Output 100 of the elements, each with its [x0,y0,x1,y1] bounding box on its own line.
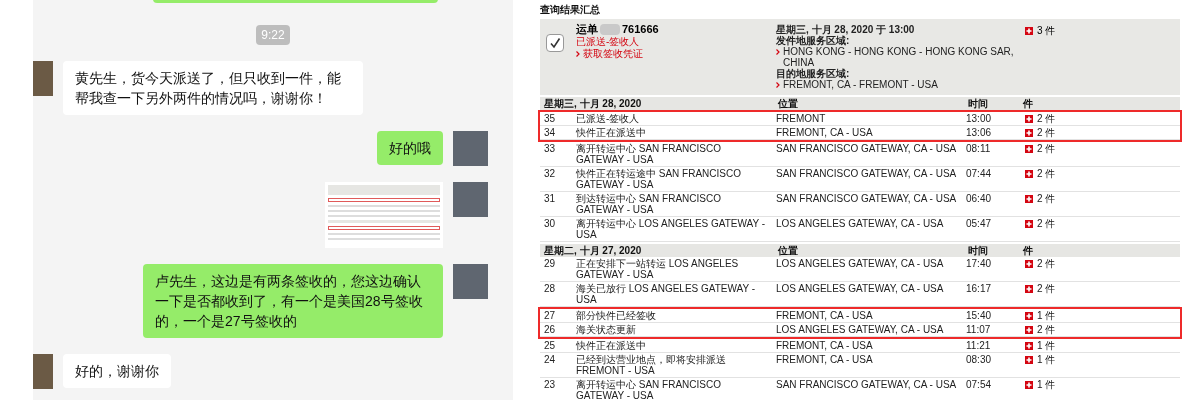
avatar-photo [453,264,488,299]
waybill-label: 运单 [576,24,598,35]
origin-label: 发件地服务区域: [776,35,851,46]
piece-count: 1 件 [1037,310,1056,321]
table-cell-text: SAN FRANCISCO GATEWAY, CA - USA [776,168,958,181]
table-cell-text: 29 [543,258,557,271]
piece-count: 2 件 [1037,218,1056,229]
table-cell-text: FREMONT [776,113,827,124]
table-cell-text: 16:17 [966,283,993,296]
table-cell-text: 07:54 [966,379,993,392]
table-cell-text: 25 [543,340,557,351]
table-cell-text: 17:40 [966,258,993,271]
table-cell-text: 28 [543,283,557,296]
cross-icon [1025,144,1033,153]
table-cell-text: LOS ANGELES GATEWAY, CA - USA [776,258,945,271]
table-cell-text: 正在安排下一站转运 LOS ANGELES GATEWAY - USA [576,258,740,280]
table-cell-text: FREMONT, CA - USA [776,127,874,138]
avatar-photo [33,61,53,96]
table-cell-text: 海关状态更新 [576,324,637,335]
table-cell-text: 部分快件已经签收 [576,310,657,321]
table-cell-text: 到达转运中心 SAN FRANCISCO GATEWAY - USA [576,193,722,215]
table-cell-text: 离开转运中心 SAN FRANCISCO GATEWAY - USA [576,143,722,165]
table-cell-text: 离开转运中心 SAN FRANCISCO GATEWAY - USA [576,379,722,400]
table-cell-text: 快件正在派送中 [576,340,647,351]
cross-icon [1025,194,1033,203]
piece-count: 2 件 [1037,113,1056,124]
table-cell-text: SAN FRANCISCO GATEWAY, CA - USA [776,143,958,156]
message-bubble: 好的哦 [377,131,443,165]
table-cell-text: 11:07 [966,324,992,335]
proof-link[interactable]: 获取签收凭证 [583,48,643,59]
cross-icon [1025,284,1033,293]
piece-count: 2 件 [1037,143,1056,154]
table-cell-text: 快件正在派送中 [576,127,647,138]
table-cell-text: 13:06 [966,127,993,138]
table-cell-text: 已经到达营业地点，即将安排派送 FREMONT - USA [576,354,727,376]
piece-count: 2 件 [1037,283,1056,294]
piece-count: 2 件 [1037,127,1056,138]
table-cell-text: 05:47 [966,218,993,231]
table-cell-text: 08:30 [966,354,993,367]
destination-label: 目的地服务区域: [776,68,851,79]
cross-icon [1025,219,1033,228]
cross-icon [1025,26,1033,35]
chevron-icon [776,49,780,55]
table-cell-text: LOS ANGELES GATEWAY, CA - USA [776,218,945,231]
destination-area: FREMONT, CA - FREMONT - USA [783,79,938,90]
table-cell-text: FREMONT, CA - USA [776,340,874,351]
table-cell-text: 离开转运中心 LOS ANGELES GATEWAY - USA [576,218,767,240]
table-cell-text: 快件正在转运途中 SAN FRANCISCO GATEWAY - USA [576,168,742,190]
piece-count: 2 件 [1037,258,1056,269]
column-header: 件 [1022,97,1034,110]
table-cell-text: 已派送-签收人 [576,113,641,124]
column-header: 位置 [777,97,799,110]
column-header: 时间 [967,244,989,257]
piece-count: 2 件 [1037,324,1056,335]
piece-count: 1 件 [1037,340,1056,351]
cross-icon [1025,169,1033,178]
table-cell-text: 32 [543,168,557,181]
table-cell-text: 13:00 [966,113,993,124]
date-header: 星期三, 十月 28, 2020 [543,97,643,110]
piece-count: 2 件 [1037,193,1056,204]
piece-count: 3 件 [1037,25,1056,36]
table-cell-text: 27 [543,310,557,321]
waybill-number: 761666 [622,24,659,35]
table-cell-text: 15:40 [966,310,993,321]
column-header: 位置 [777,244,799,257]
table-cell-text: 11:21 [966,340,992,351]
table-cell-text: FREMONT, CA - USA [776,310,874,321]
message-bubble: 好的，谢谢你 [63,354,171,388]
cross-icon [1025,355,1033,364]
table-cell-text: 08:11 [966,143,992,156]
piece-count: 1 件 [1037,354,1056,365]
origin-area: HONG KONG - HONG KONG - HONG KONG SAR, CHINA [783,46,1021,68]
blurred-area [600,24,620,35]
table-cell-text: 23 [543,379,557,392]
chevron-icon [576,51,580,57]
cross-icon [1025,128,1033,137]
delivery-date: 星期三, 十月 28, 2020 于 13:00 [776,24,916,35]
table-cell-text: LOS ANGELES GATEWAY, CA - USA [776,324,945,335]
table-cell-text: 海关已放行 LOS ANGELES GATEWAY - USA [576,283,757,305]
timestamp: 9:22 [256,25,290,45]
checkbox[interactable] [546,34,564,52]
table-cell-text: SAN FRANCISCO GATEWAY, CA - USA [776,379,958,392]
table-cell-text: 24 [543,354,557,367]
piece-count: 1 件 [1037,379,1056,390]
cross-icon [1025,114,1033,123]
table-cell-text: 06:40 [966,193,993,206]
piece-count: 2 件 [1037,168,1056,179]
table-cell-text: LOS ANGELES GATEWAY, CA - USA [776,283,945,296]
message-bubble: 黄先生，货今天派送了，但只收到一件，能帮我查一下另外两件的情况吗，谢谢你！ [63,61,363,115]
table-cell-text: 26 [543,324,557,335]
table-cell-text: 07:44 [966,168,993,181]
avatar-photo [453,182,488,217]
cross-icon [1025,311,1033,320]
delivery-status: 已派送-签收人 [576,36,641,47]
table-cell-text: 33 [543,143,557,156]
cross-icon [1025,325,1033,334]
message-bubble: 卢先生，这边是有两条签收的，您这边确认一下是否都收到了，有一个是美国28号签收的，一个是27号签收的 [143,264,443,338]
cross-icon [1025,380,1033,389]
cross-icon [1025,341,1033,350]
cross-icon [1025,259,1033,268]
